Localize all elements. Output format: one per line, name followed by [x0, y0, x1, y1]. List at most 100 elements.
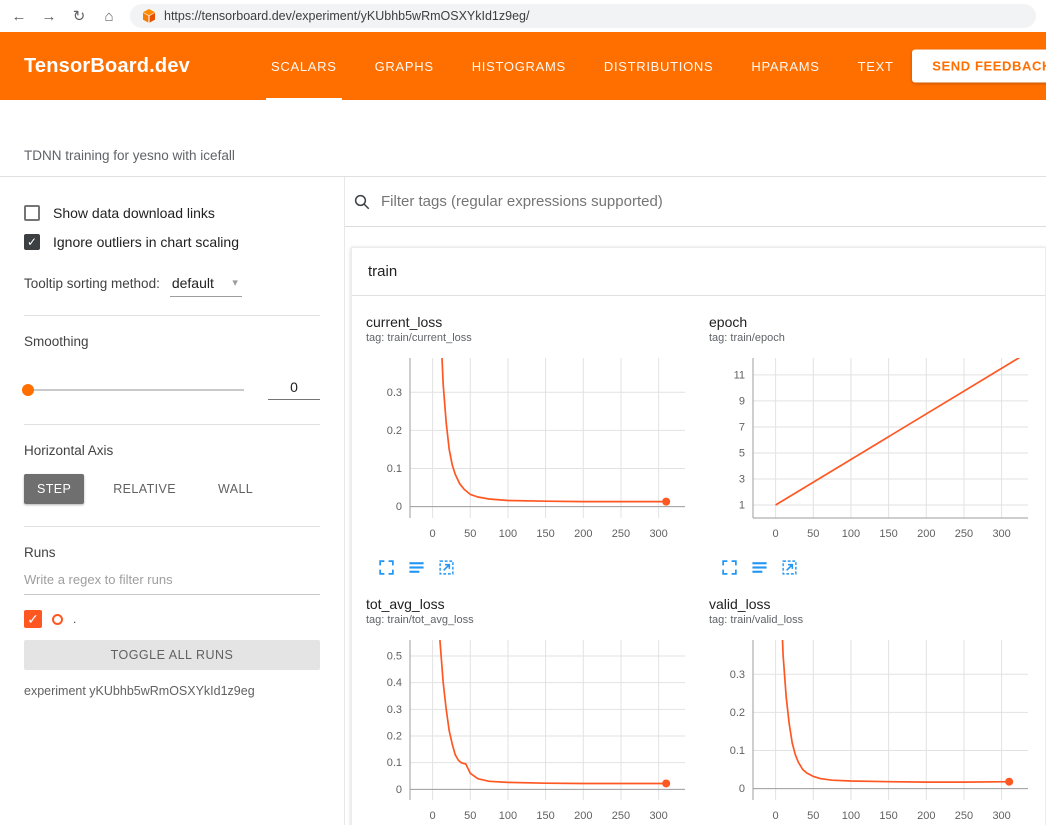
svg-text:200: 200 — [574, 528, 592, 540]
svg-text:5: 5 — [739, 447, 745, 459]
chart-card-valid-loss: valid_loss tag: train/valid_loss 00.10.2… — [703, 592, 1038, 825]
tooltip-sorting-select[interactable]: default ▾ — [170, 275, 242, 297]
run-color-swatch — [52, 614, 63, 625]
nav-tabs: SCALARS GRAPHS HISTOGRAMS DISTRIBUTIONS … — [252, 32, 913, 100]
sidebar-divider — [24, 424, 320, 425]
runs-label: Runs — [24, 545, 320, 560]
axis-relative-button[interactable]: RELATIVE — [100, 474, 189, 504]
group-title-train[interactable]: train — [352, 248, 1045, 296]
svg-text:50: 50 — [464, 528, 476, 540]
experiment-title-bar: TDNN training for yesno with icefall — [0, 100, 1046, 177]
smoothing-slider-thumb[interactable] — [22, 384, 34, 396]
filter-tags-input[interactable] — [381, 193, 1046, 210]
address-bar[interactable]: https://tensorboard.dev/experiment/yKUbh… — [130, 4, 1036, 28]
run-name: . — [73, 612, 76, 626]
axis-wall-button[interactable]: WALL — [205, 474, 266, 504]
tab-histograms[interactable]: HISTOGRAMS — [453, 32, 585, 100]
run-table-icon[interactable] — [408, 559, 425, 576]
chart-canvas: 00.10.20.3050100150200250300 — [360, 350, 695, 546]
show-download-links-row[interactable]: Show data download links — [24, 205, 320, 221]
svg-text:0: 0 — [773, 810, 779, 822]
forward-icon[interactable]: → — [40, 9, 58, 24]
content: Show data download links ✓ Ignore outlie… — [0, 177, 1046, 825]
tooltip-sorting-value: default — [172, 275, 214, 291]
svg-text:300: 300 — [992, 528, 1010, 540]
toggle-all-runs-button[interactable]: TOGGLE ALL RUNS — [24, 640, 320, 670]
tab-graphs[interactable]: GRAPHS — [356, 32, 453, 100]
ignore-outliers-label: Ignore outliers in chart scaling — [53, 234, 239, 250]
chart-title: valid_loss — [709, 596, 1038, 612]
chart-title: current_loss — [366, 314, 695, 330]
svg-text:200: 200 — [917, 810, 935, 822]
svg-text:150: 150 — [536, 810, 554, 822]
chart-card-epoch: epoch tag: train/epoch 13579110501001502… — [703, 310, 1038, 576]
chart-tag: tag: train/epoch — [709, 332, 1038, 344]
tab-hparams[interactable]: HPARAMS — [732, 32, 838, 100]
svg-text:1: 1 — [739, 499, 745, 511]
svg-text:50: 50 — [807, 810, 819, 822]
send-feedback-button[interactable]: SEND FEEDBACK — [912, 50, 1046, 83]
settings-sidebar: Show data download links ✓ Ignore outlie… — [0, 177, 345, 825]
horizontal-axis-buttons: STEP RELATIVE WALL — [24, 474, 320, 504]
charts-grid: current_loss tag: train/current_loss 0 0.… — [352, 296, 1045, 825]
experiment-title: TDNN training for yesno with icefall — [24, 148, 1046, 163]
url-text: https://tensorboard.dev/experiment/yKUbh… — [164, 9, 529, 23]
svg-text:150: 150 — [536, 528, 554, 540]
expand-icon[interactable] — [378, 559, 395, 576]
ignore-outliers-checkbox[interactable]: ✓ — [24, 234, 40, 250]
horizontal-axis-label: Horizontal Axis — [24, 443, 320, 458]
tab-text[interactable]: TEXT — [839, 32, 913, 100]
main-panel: train current_loss tag: train/current_lo… — [345, 177, 1046, 825]
svg-text:100: 100 — [842, 528, 860, 540]
smoothing-slider-row: 0 — [24, 379, 320, 400]
svg-text:300: 300 — [649, 810, 667, 822]
svg-text:0: 0 — [739, 783, 745, 795]
svg-text:3: 3 — [739, 473, 745, 485]
chart-tag: tag: train/current_loss — [366, 332, 695, 344]
svg-text:0: 0 — [773, 528, 779, 540]
tab-scalars[interactable]: SCALARS — [252, 32, 356, 100]
svg-text:0: 0 — [396, 501, 402, 513]
svg-text:200: 200 — [917, 528, 935, 540]
smoothing-value-input[interactable]: 0 — [268, 379, 320, 400]
svg-text:100: 100 — [499, 528, 517, 540]
chart-canvas: 0 0.1 0.2 0.3 0 50 100 150 200 250 300 — [703, 632, 1038, 825]
back-icon[interactable]: ← — [10, 9, 28, 24]
chart-toolbar — [378, 559, 695, 576]
svg-text:0.1: 0.1 — [730, 745, 745, 757]
svg-text:0.3: 0.3 — [387, 704, 402, 716]
show-download-links-checkbox[interactable] — [24, 205, 40, 221]
chart-canvas: 00.10.20.30.40.5050100150200250300 — [360, 632, 695, 825]
home-icon[interactable]: ⌂ — [100, 9, 118, 24]
expand-icon[interactable] — [721, 559, 738, 576]
sidebar-divider — [24, 315, 320, 316]
svg-text:0.4: 0.4 — [387, 677, 402, 689]
svg-text:0.3: 0.3 — [387, 387, 402, 399]
svg-text:100: 100 — [842, 810, 860, 822]
svg-text:0: 0 — [396, 784, 402, 796]
app-logo: TensorBoard.dev — [24, 55, 190, 78]
fit-domain-icon[interactable] — [438, 559, 455, 576]
run-row: ✓ . — [24, 610, 320, 628]
svg-text:11: 11 — [734, 369, 745, 381]
run-table-icon[interactable] — [751, 559, 768, 576]
svg-text:100: 100 — [499, 810, 517, 822]
svg-text:0.2: 0.2 — [387, 731, 402, 743]
dropdown-arrow-icon: ▾ — [232, 276, 238, 289]
svg-text:0.2: 0.2 — [730, 707, 745, 719]
run-checkbox[interactable]: ✓ — [24, 610, 42, 628]
axis-step-button[interactable]: STEP — [24, 474, 84, 504]
runs-regex-input[interactable] — [24, 560, 320, 595]
svg-text:300: 300 — [992, 810, 1010, 822]
svg-text:250: 250 — [955, 810, 973, 822]
ignore-outliers-row[interactable]: ✓ Ignore outliers in chart scaling — [24, 234, 320, 250]
browser-toolbar: ← → ↻ ⌂ https://tensorboard.dev/experime… — [0, 0, 1046, 32]
svg-text:150: 150 — [879, 810, 897, 822]
tab-distributions[interactable]: DISTRIBUTIONS — [585, 32, 733, 100]
fit-domain-icon[interactable] — [781, 559, 798, 576]
smoothing-slider[interactable] — [24, 389, 244, 391]
reload-icon[interactable]: ↻ — [70, 9, 88, 24]
svg-text:0.3: 0.3 — [730, 669, 745, 681]
svg-text:300: 300 — [649, 528, 667, 540]
chart-canvas: 1357911050100150200250300 — [703, 350, 1038, 546]
